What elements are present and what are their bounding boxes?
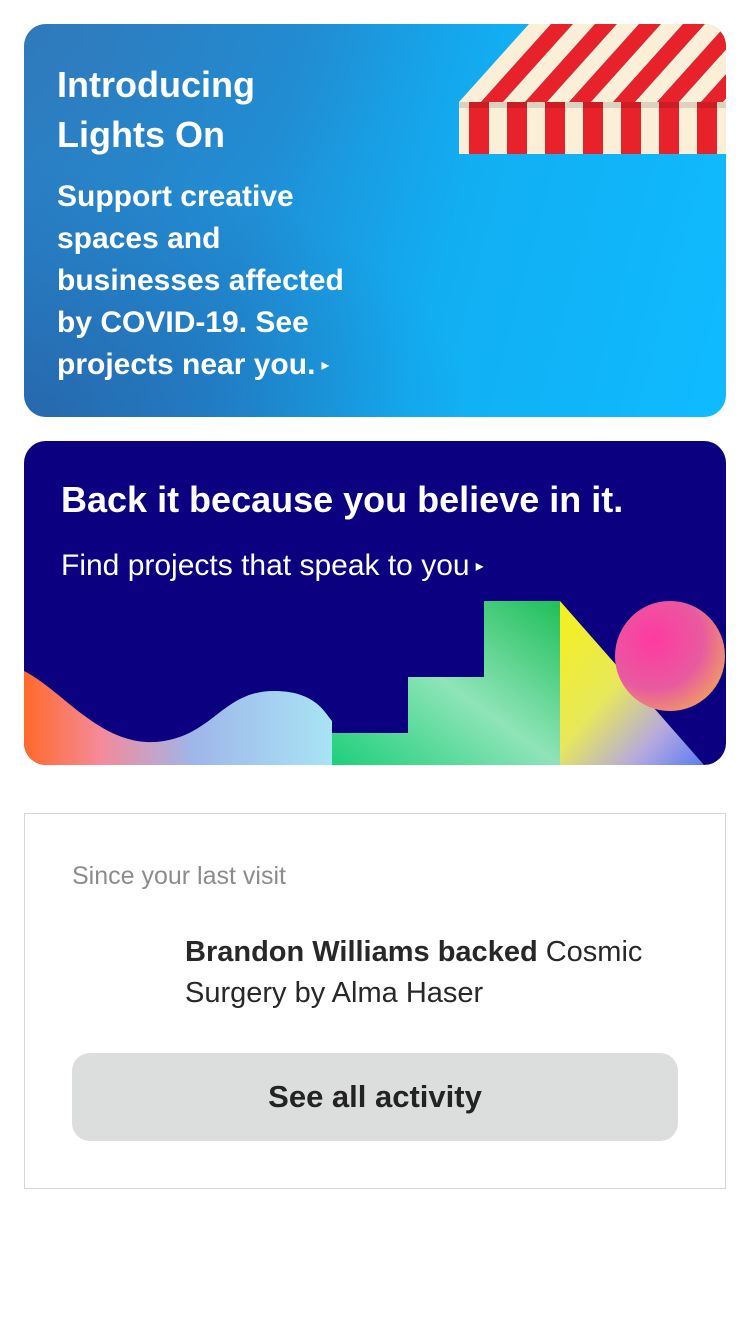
activity-card: Since your last visit Brandon Williams b… xyxy=(24,813,726,1189)
activity-actor: Brandon Williams backed xyxy=(185,936,538,968)
back-it-promo-card[interactable]: Back it because you believe in it. Find … xyxy=(24,441,726,765)
find-projects-link[interactable]: Find projects that speak to you ▸ xyxy=(61,549,484,583)
activity-heading: Since your last visit xyxy=(72,862,286,890)
find-projects-text: Find projects that speak to you xyxy=(61,549,470,582)
lights-on-title: Introducing Lights On xyxy=(57,64,255,155)
lights-on-promo-card[interactable]: Introducing Lights On Support creative s… xyxy=(24,24,726,417)
striped-awning-illustration xyxy=(459,24,726,154)
activity-item[interactable]: Brandon Williams backed Cosmic Surgery b… xyxy=(185,932,685,1014)
lights-on-description[interactable]: Support creative spaces and businesses a… xyxy=(57,176,387,387)
play-arrow-icon: ▸ xyxy=(321,357,330,374)
back-it-title: Back it because you believe in it. xyxy=(61,479,624,520)
lights-on-description-text: Support creative spaces and businesses a… xyxy=(57,180,344,381)
see-all-activity-button[interactable]: See all activity xyxy=(72,1053,678,1141)
play-arrow-icon: ▸ xyxy=(475,558,484,575)
